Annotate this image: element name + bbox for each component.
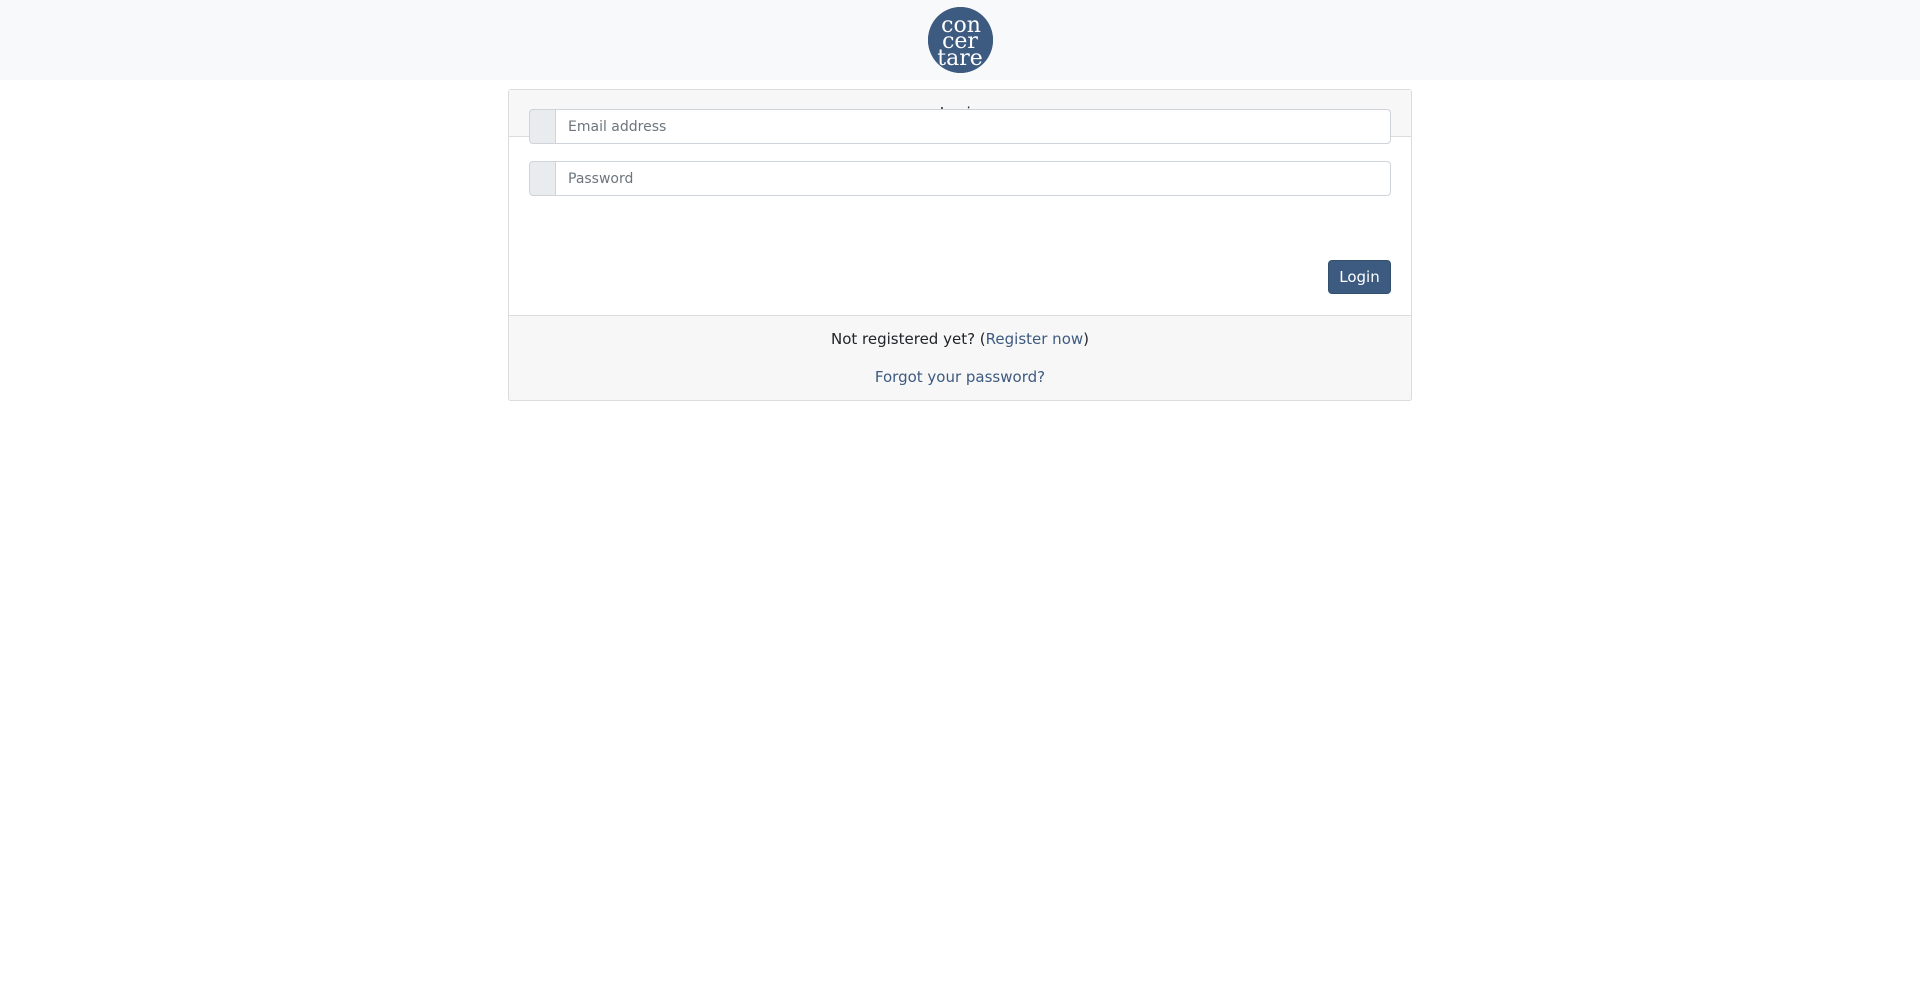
register-prompt: Not registered yet? (Register now) (509, 330, 1411, 348)
register-prefix-text: Not registered yet? ( (831, 330, 986, 348)
concertare-logo[interactable]: con cer tare (928, 7, 993, 73)
email-input-group (529, 109, 1391, 144)
register-now-link[interactable]: Register now (986, 330, 1083, 348)
register-suffix-text: ) (1083, 330, 1089, 348)
password-field[interactable] (555, 161, 1391, 196)
envelope-icon (529, 109, 555, 144)
email-field[interactable] (555, 109, 1391, 144)
login-button[interactable]: Login (1328, 260, 1391, 294)
forgot-password-link[interactable]: Forgot your password? (875, 368, 1045, 386)
forgot-password-row: Forgot your password? (509, 368, 1411, 386)
lock-icon (529, 161, 555, 196)
top-navbar: con cer tare (0, 0, 1920, 80)
login-card-footer: Not registered yet? (Register now) Forgo… (508, 315, 1412, 401)
logo-graphic: con cer tare (928, 7, 993, 73)
password-input-group (529, 161, 1391, 196)
logo-text-line-3: tare (937, 46, 983, 71)
